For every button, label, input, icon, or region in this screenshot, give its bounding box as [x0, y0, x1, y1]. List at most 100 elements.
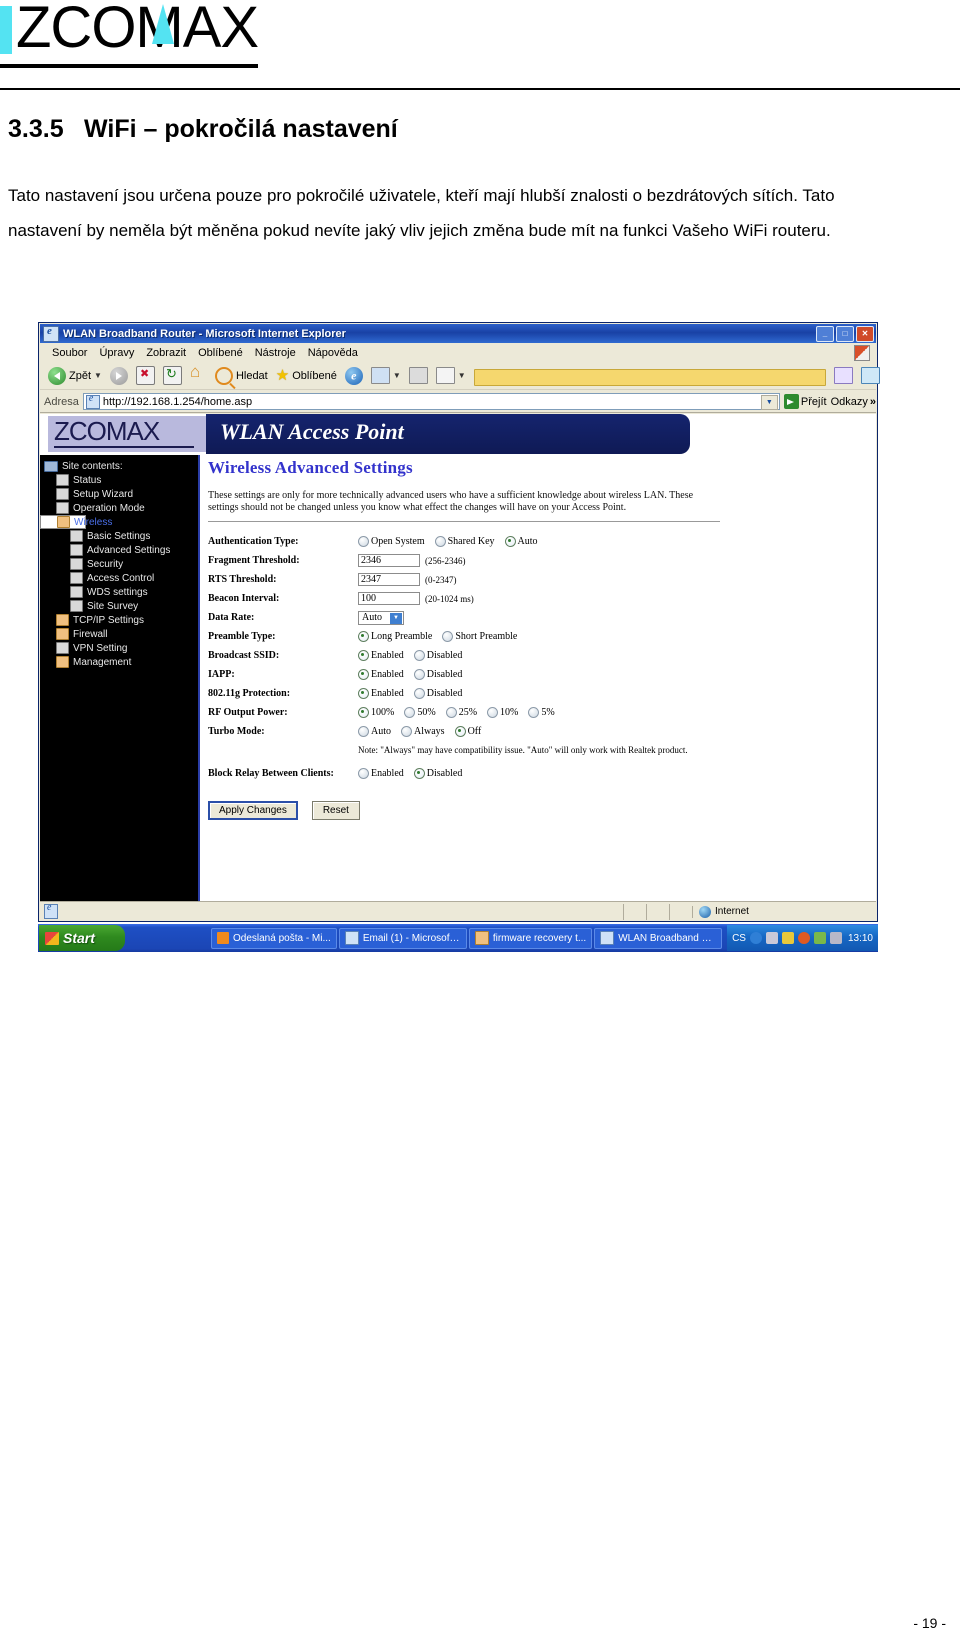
site-sidebar: Site contents: Status Setup Wizard Opera…: [40, 455, 200, 901]
taskbar-item-firmware-folder[interactable]: firmware recovery t...: [468, 927, 593, 949]
start-button[interactable]: Start: [39, 925, 125, 951]
taskbar-item-outlook[interactable]: Odeslaná pošta - Mi...: [211, 927, 337, 949]
menu-item-napoveda[interactable]: Nápověda: [302, 346, 364, 360]
menu-item-oblibene[interactable]: Oblíbené: [192, 346, 249, 360]
edit-dropdown-icon[interactable]: ▼: [458, 371, 466, 380]
radio-turbo-always[interactable]: Always: [401, 726, 445, 737]
sidebar-item-setup-wizard[interactable]: Setup Wizard: [40, 487, 198, 501]
rts-threshold-input[interactable]: [358, 573, 420, 586]
tray-icon-4[interactable]: [797, 932, 810, 944]
sidebar-item-advanced-settings[interactable]: Advanced Settings: [40, 543, 198, 557]
menu-item-nastroje[interactable]: Nástroje: [249, 346, 302, 360]
sidebar-root: Site contents:: [40, 459, 198, 473]
radio-iapp-enabled[interactable]: Enabled: [358, 669, 404, 680]
toolbar-overflow-icon[interactable]: »: [870, 396, 876, 408]
sidebar-item-site-survey[interactable]: Site Survey: [40, 599, 198, 613]
search-button[interactable]: Hledat: [211, 366, 272, 385]
radio-open-system[interactable]: Open System: [358, 536, 425, 547]
taskbar-item-email[interactable]: Email (1) - Microsoft ...: [338, 927, 467, 949]
page-icon: [56, 502, 69, 514]
tray-icon-6[interactable]: [829, 932, 842, 944]
page-title: 3.3.5 WiFi – pokročilá nastavení: [8, 115, 398, 144]
radio-turbo-off[interactable]: Off: [454, 726, 481, 737]
start-label: Start: [63, 930, 95, 946]
apply-changes-button[interactable]: Apply Changes: [208, 801, 298, 820]
field-control: (0-2347): [358, 573, 457, 586]
radio-auto[interactable]: Auto: [504, 536, 538, 547]
radio-power-5[interactable]: 5%: [528, 707, 555, 718]
radio-group-auth-type: Open System Shared Key Auto: [358, 536, 548, 547]
edit-button[interactable]: ▼: [432, 367, 470, 384]
mail-dropdown-icon[interactable]: ▼: [393, 371, 401, 380]
people-button[interactable]: [857, 367, 884, 384]
taskbar-item-wlan-router[interactable]: WLAN Broadband Ro...: [594, 927, 723, 949]
sidebar-item-access-control[interactable]: Access Control: [40, 571, 198, 585]
back-button[interactable]: Zpět ▼: [44, 366, 106, 385]
links-label[interactable]: Odkazy: [831, 396, 868, 408]
radio-icon: [445, 707, 457, 718]
radio-icon: [358, 726, 369, 737]
page-viewport: ZCOMAX WLAN Access Point Site contents: …: [40, 414, 876, 901]
reset-button[interactable]: Reset: [311, 801, 360, 820]
menu-item-zobrazit[interactable]: Zobrazit: [140, 346, 192, 360]
radio-iapp-disabled[interactable]: Disabled: [413, 669, 462, 680]
status-cell-2: [646, 903, 669, 920]
sidebar-item-wireless[interactable]: Wireless: [40, 515, 112, 529]
radio-broadcast-disabled[interactable]: Disabled: [413, 650, 462, 661]
minimize-button[interactable]: _: [816, 326, 834, 342]
radio-turbo-auto[interactable]: Auto: [358, 726, 391, 737]
radio-broadcast-enabled[interactable]: Enabled: [358, 650, 404, 661]
sidebar-item-security[interactable]: Security: [40, 557, 198, 571]
sidebar-item-operation-mode[interactable]: Operation Mode: [40, 501, 198, 515]
address-input[interactable]: http://192.168.1.254/home.asp ▼: [82, 393, 780, 410]
sidebar-item-tcpip-settings[interactable]: TCP/IP Settings: [40, 613, 198, 627]
close-button[interactable]: ✕: [856, 326, 874, 342]
stop-button[interactable]: [132, 366, 159, 385]
tray-icon-1[interactable]: [749, 932, 762, 944]
radio-block-relay-enabled[interactable]: Enabled: [358, 768, 404, 779]
print-button[interactable]: [405, 367, 432, 384]
radio-block-relay-disabled[interactable]: Disabled: [413, 768, 462, 779]
back-dropdown-icon[interactable]: ▼: [94, 371, 102, 380]
device-banner: ZCOMAX WLAN Access Point: [40, 414, 690, 454]
logo-cyan-bar: [0, 6, 12, 54]
radio-long-preamble[interactable]: Long Preamble: [358, 631, 432, 642]
fragment-threshold-input[interactable]: [358, 554, 420, 567]
radio-shared-key[interactable]: Shared Key: [434, 536, 495, 547]
notes-button[interactable]: [470, 365, 830, 386]
radio-power-100[interactable]: 100%: [358, 707, 394, 718]
page-icon: [70, 544, 83, 556]
radio-short-preamble[interactable]: Short Preamble: [442, 631, 517, 642]
sidebar-item-vpn-setting[interactable]: VPN Setting: [40, 641, 198, 655]
menu-item-upravy[interactable]: Úpravy: [93, 346, 140, 360]
forward-button[interactable]: [106, 366, 132, 385]
radio-power-50[interactable]: 50%: [404, 707, 436, 718]
address-dropdown-icon[interactable]: ▼: [760, 395, 778, 410]
favorites-button[interactable]: ★ Oblíbené: [272, 368, 341, 383]
mail-button[interactable]: ▼: [367, 367, 405, 384]
home-button[interactable]: [186, 362, 211, 384]
sidebar-item-wds-settings[interactable]: WDS settings: [40, 585, 198, 599]
sidebar-item-management[interactable]: Management: [40, 655, 198, 669]
maximize-button[interactable]: □: [836, 326, 854, 342]
radio-power-10[interactable]: 10%: [487, 707, 518, 718]
language-indicator[interactable]: CS: [732, 933, 746, 944]
refresh-button[interactable]: [159, 366, 186, 385]
taskbar-clock[interactable]: 13:10: [848, 933, 873, 944]
radio-protection-enabled[interactable]: Enabled: [358, 688, 404, 699]
sidebar-item-firewall[interactable]: Firewall: [40, 627, 198, 641]
messenger-button[interactable]: [830, 367, 857, 384]
tray-icon-5[interactable]: [813, 932, 826, 944]
sidebar-item-status[interactable]: Status: [40, 473, 198, 487]
radio-power-25[interactable]: 25%: [445, 707, 477, 718]
beacon-interval-input[interactable]: [358, 592, 420, 605]
menu-item-soubor[interactable]: Soubor: [46, 346, 93, 360]
tray-icon-3[interactable]: [781, 932, 794, 944]
ie-logo-icon: [43, 325, 59, 342]
go-button[interactable]: Přejít: [783, 394, 827, 409]
history-button[interactable]: [341, 366, 367, 385]
radio-protection-disabled[interactable]: Disabled: [413, 688, 462, 699]
sidebar-item-basic-settings[interactable]: Basic Settings: [40, 529, 198, 543]
data-rate-select[interactable]: Auto ▼: [358, 610, 404, 625]
tray-icon-2[interactable]: [765, 932, 778, 944]
